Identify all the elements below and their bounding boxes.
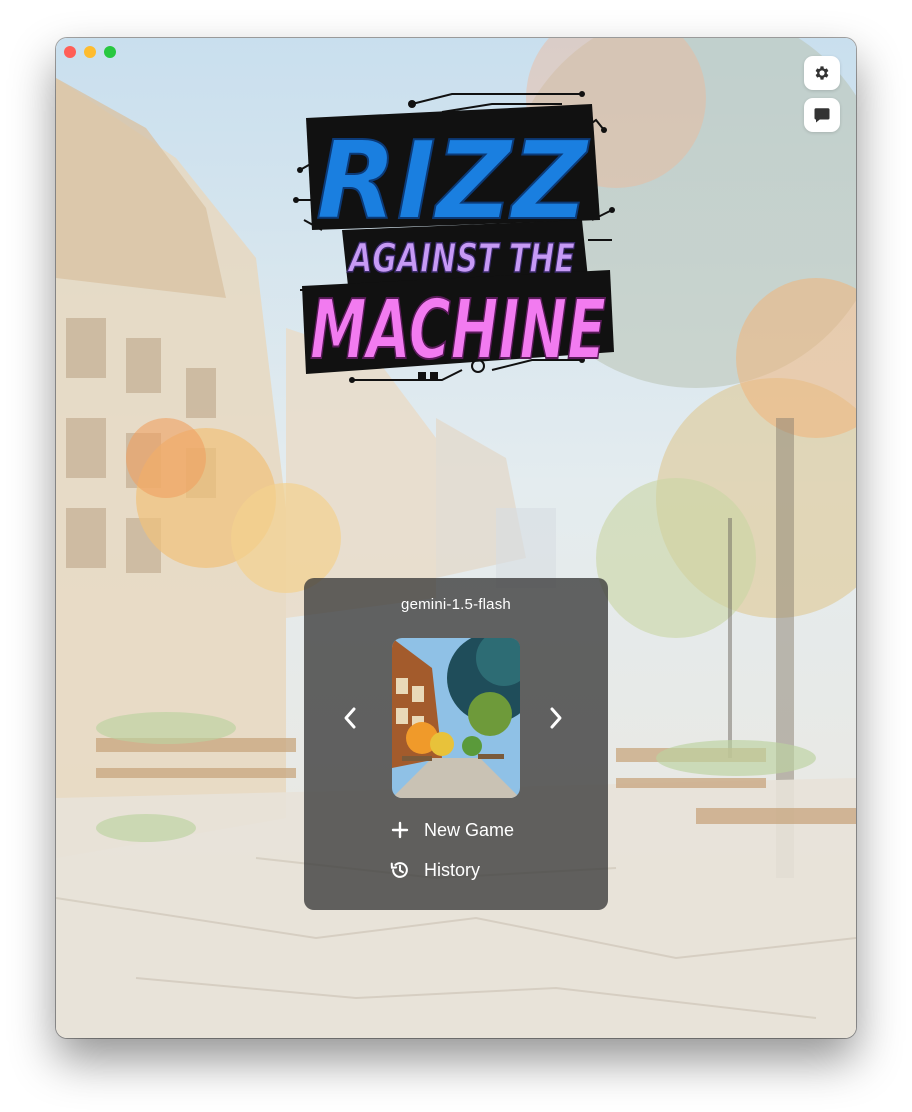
plus-icon	[388, 818, 412, 842]
settings-button[interactable]	[804, 56, 840, 90]
history-label: History	[424, 859, 481, 880]
next-model-button[interactable]	[542, 702, 570, 734]
window-controls	[64, 46, 116, 58]
model-name: gemini-1.5-flash	[401, 596, 511, 613]
close-window-button[interactable]	[64, 46, 76, 58]
model-selector-panel: gemini-1.5-flash New Game History	[304, 578, 608, 910]
new-game-button[interactable]: New Game	[388, 818, 514, 842]
chat-button[interactable]	[804, 98, 840, 132]
chevron-right-icon	[550, 707, 562, 729]
game-logo: RIZZ AGAINST THE MACHINE	[292, 90, 620, 390]
model-thumbnail[interactable]	[392, 638, 520, 798]
logo-word-rizz: RIZZ	[316, 119, 590, 244]
new-game-label: New Game	[424, 819, 515, 840]
minimize-window-button[interactable]	[84, 46, 96, 58]
previous-model-button[interactable]	[336, 702, 364, 734]
history-icon	[388, 858, 412, 882]
gear-icon	[815, 66, 829, 80]
app-window: RIZZ AGAINST THE MACHINE gemini-1.5-flas…	[56, 38, 856, 1038]
chevron-left-icon	[344, 707, 356, 729]
history-button[interactable]: History	[388, 858, 480, 882]
zoom-window-button[interactable]	[104, 46, 116, 58]
chat-bubble-icon	[814, 108, 830, 123]
logo-word-machine: MACHINE	[310, 283, 606, 378]
logo-word-against-the: AGAINST THE	[347, 236, 575, 282]
